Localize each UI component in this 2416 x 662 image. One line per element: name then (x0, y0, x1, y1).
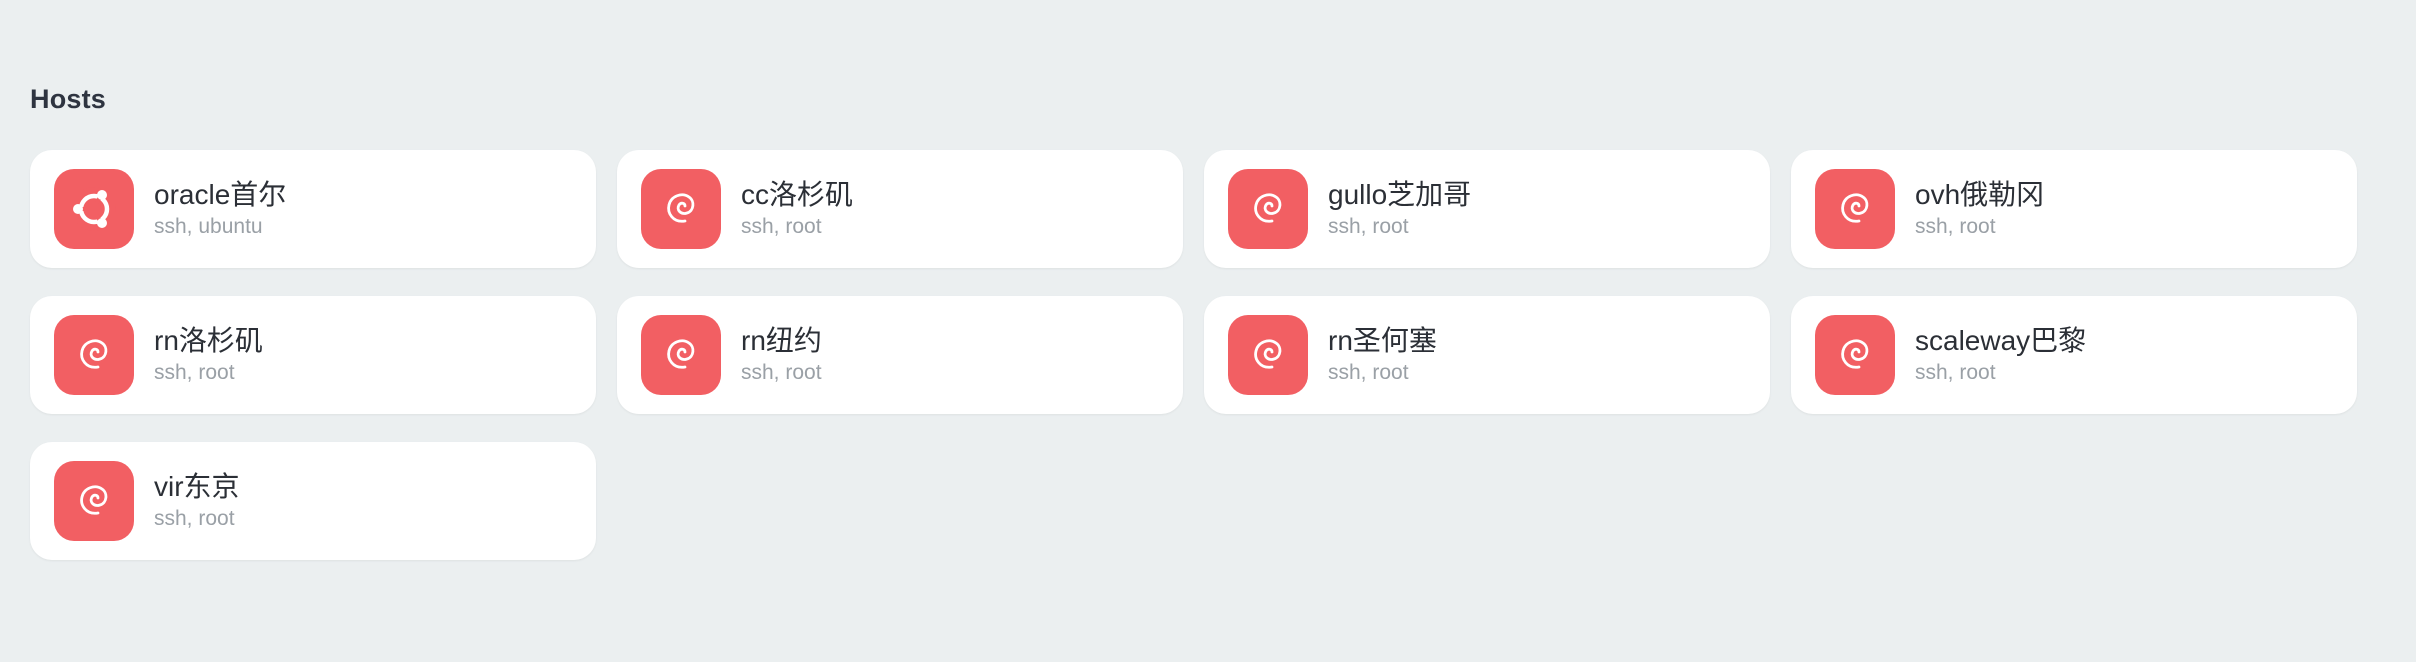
host-details: ssh, root (154, 361, 235, 384)
host-details: ssh, ubuntu (154, 215, 263, 238)
section-title-hosts: Hosts (30, 84, 107, 114)
host-details: ssh, root (741, 215, 822, 238)
host-card[interactable]: gullo芝加哥 ssh, root (1204, 150, 1770, 268)
host-os-tile (54, 461, 134, 541)
debian-icon (80, 485, 108, 515)
host-name: oracle首尔 (154, 179, 287, 210)
host-name: ovh俄勒冈 (1915, 179, 2045, 210)
host-card[interactable]: rn纽约 ssh, root (617, 296, 1183, 414)
debian-icon (667, 339, 695, 369)
host-os-tile (1228, 315, 1308, 395)
debian-icon (1841, 193, 1869, 223)
host-name: cc洛杉矶 (741, 179, 854, 210)
host-card[interactable]: rn洛杉矶 ssh, root (30, 296, 596, 414)
host-details: ssh, root (741, 361, 822, 384)
debian-icon (1841, 339, 1869, 369)
host-os-tile (54, 315, 134, 395)
debian-icon (1254, 193, 1282, 223)
hosts-grid: oracle首尔 ssh, ubuntu cc洛杉矶 ssh, root gul… (30, 150, 2357, 560)
host-name: rn纽约 (741, 325, 822, 356)
host-os-tile (1815, 315, 1895, 395)
host-details: ssh, root (154, 507, 235, 530)
debian-icon (80, 339, 108, 369)
host-os-tile (641, 315, 721, 395)
host-details: ssh, root (1328, 215, 1409, 238)
host-name: rn圣何塞 (1328, 325, 1437, 356)
host-name: scaleway巴黎 (1915, 325, 2087, 356)
host-card[interactable]: oracle首尔 ssh, ubuntu (30, 150, 596, 268)
host-name: vir东京 (154, 471, 240, 502)
host-details: ssh, root (1915, 361, 1996, 384)
host-os-tile (1228, 169, 1308, 249)
host-card[interactable]: scaleway巴黎 ssh, root (1791, 296, 2357, 414)
host-name: rn洛杉矶 (154, 325, 263, 356)
host-os-tile (641, 169, 721, 249)
host-details: ssh, root (1328, 361, 1409, 384)
debian-icon (1254, 339, 1282, 369)
host-os-tile (1815, 169, 1895, 249)
host-card[interactable]: cc洛杉矶 ssh, root (617, 150, 1183, 268)
host-details: ssh, root (1915, 215, 1996, 238)
host-card[interactable]: ovh俄勒冈 ssh, root (1791, 150, 2357, 268)
host-card[interactable]: rn圣何塞 ssh, root (1204, 296, 1770, 414)
ubuntu-icon (72, 187, 116, 231)
debian-icon (667, 193, 695, 223)
host-card[interactable]: vir东京 ssh, root (30, 442, 596, 560)
host-os-tile (54, 169, 134, 249)
host-name: gullo芝加哥 (1328, 179, 1472, 210)
